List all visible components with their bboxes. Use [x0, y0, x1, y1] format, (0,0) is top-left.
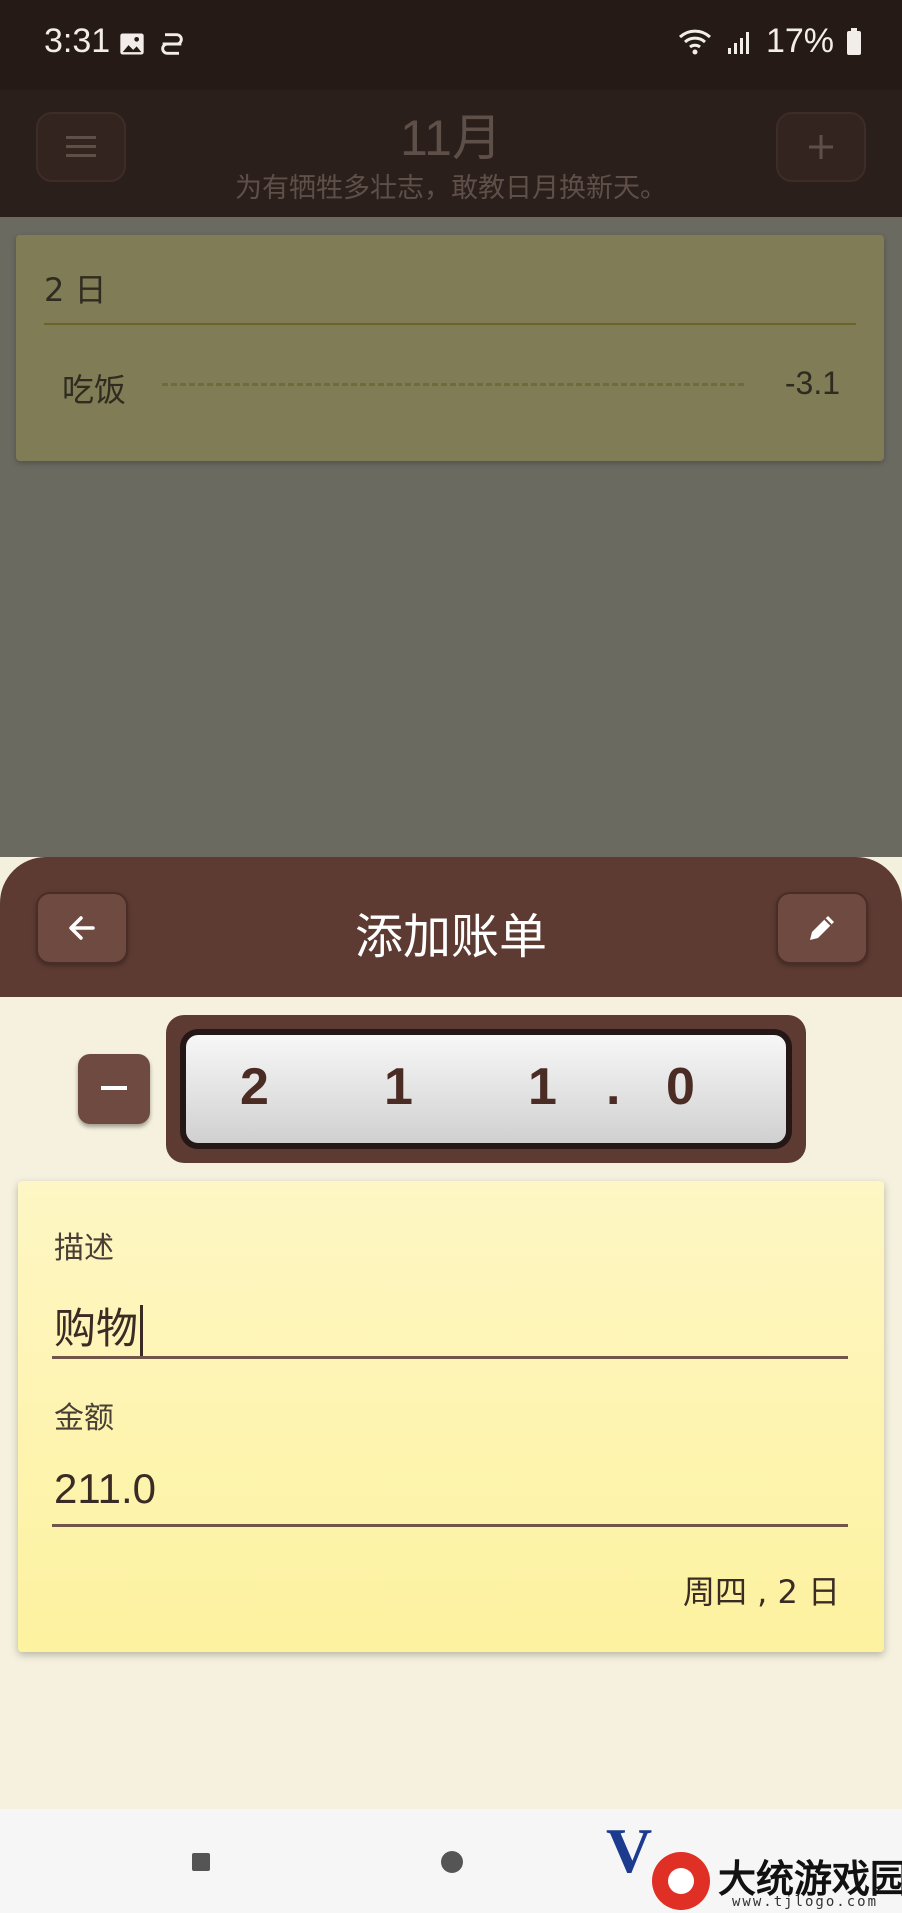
amount-field[interactable]: 211.0 — [54, 1465, 156, 1513]
minus-icon — [101, 1086, 127, 1090]
home-button[interactable] — [441, 1851, 463, 1873]
signal-icon — [727, 31, 749, 54]
description-underline — [52, 1356, 848, 1359]
description-value: 购物 — [54, 1305, 139, 1352]
status-right: 17% — [678, 22, 862, 61]
odometer-digit: 1 — [384, 1058, 413, 1116]
sign-toggle-button[interactable] — [78, 1054, 150, 1124]
page-subtitle: 为有牺牲多壮志，敢教日月换新天。 — [235, 173, 667, 204]
entry-amount: -3.1 — [784, 365, 840, 401]
odometer-digit: 0 — [666, 1058, 695, 1116]
wifi-icon — [678, 29, 711, 54]
watermark-logo-letter: V — [606, 1815, 653, 1886]
status-bar: 3:31 17% — [0, 0, 902, 90]
day-divider — [44, 323, 856, 325]
amount-odometer: 2 1 1 . 0 — [166, 1015, 806, 1163]
sheet-title: 添加账单 — [354, 909, 547, 965]
text-caret — [140, 1304, 144, 1359]
day-title: 2 日 — [44, 271, 107, 309]
recents-button[interactable] — [192, 1853, 210, 1871]
odometer-digit: 1 — [528, 1058, 557, 1116]
image-icon — [120, 33, 144, 55]
odometer-digit: 2 — [240, 1058, 269, 1116]
day-card[interactable]: 2 日 吃饭 -3.1 — [16, 235, 884, 461]
watermark-url: www.tjlogo.com — [732, 1894, 879, 1910]
date-selector[interactable]: 周四 , 2 日 — [683, 1567, 840, 1613]
entry-label: 吃饭 — [62, 371, 127, 409]
plus-icon — [809, 135, 833, 159]
app-header: 11月 为有牺牲多壮志，敢教日月换新天。 — [0, 90, 902, 217]
watermark: V 大统游戏园 www.tjlogo.com — [606, 1812, 902, 1913]
status-time: 3:31 — [44, 22, 111, 60]
add-bill-sheet-header: 添加账单 — [0, 857, 902, 997]
add-button[interactable] — [776, 112, 866, 182]
odometer-decimal-point: . — [606, 1058, 621, 1116]
watermark-logo-icon — [652, 1852, 710, 1910]
bill-form-card: 描述 购物 金额 211.0 周四 , 2 日 — [18, 1181, 884, 1652]
page-title: 11月 — [400, 110, 502, 166]
sync-icon — [161, 33, 183, 55]
description-field[interactable]: 购物 — [54, 1295, 144, 1359]
edit-button[interactable] — [776, 892, 868, 964]
battery-percent: 17% — [765, 22, 834, 60]
amount-underline — [52, 1524, 848, 1527]
description-label: 描述 — [54, 1231, 114, 1266]
entry-leader-dots — [162, 383, 744, 386]
edit-icon — [810, 916, 834, 940]
battery-icon — [847, 27, 861, 55]
odometer-window: 2 1 1 . 0 — [180, 1029, 792, 1149]
amount-label: 金额 — [54, 1401, 114, 1436]
